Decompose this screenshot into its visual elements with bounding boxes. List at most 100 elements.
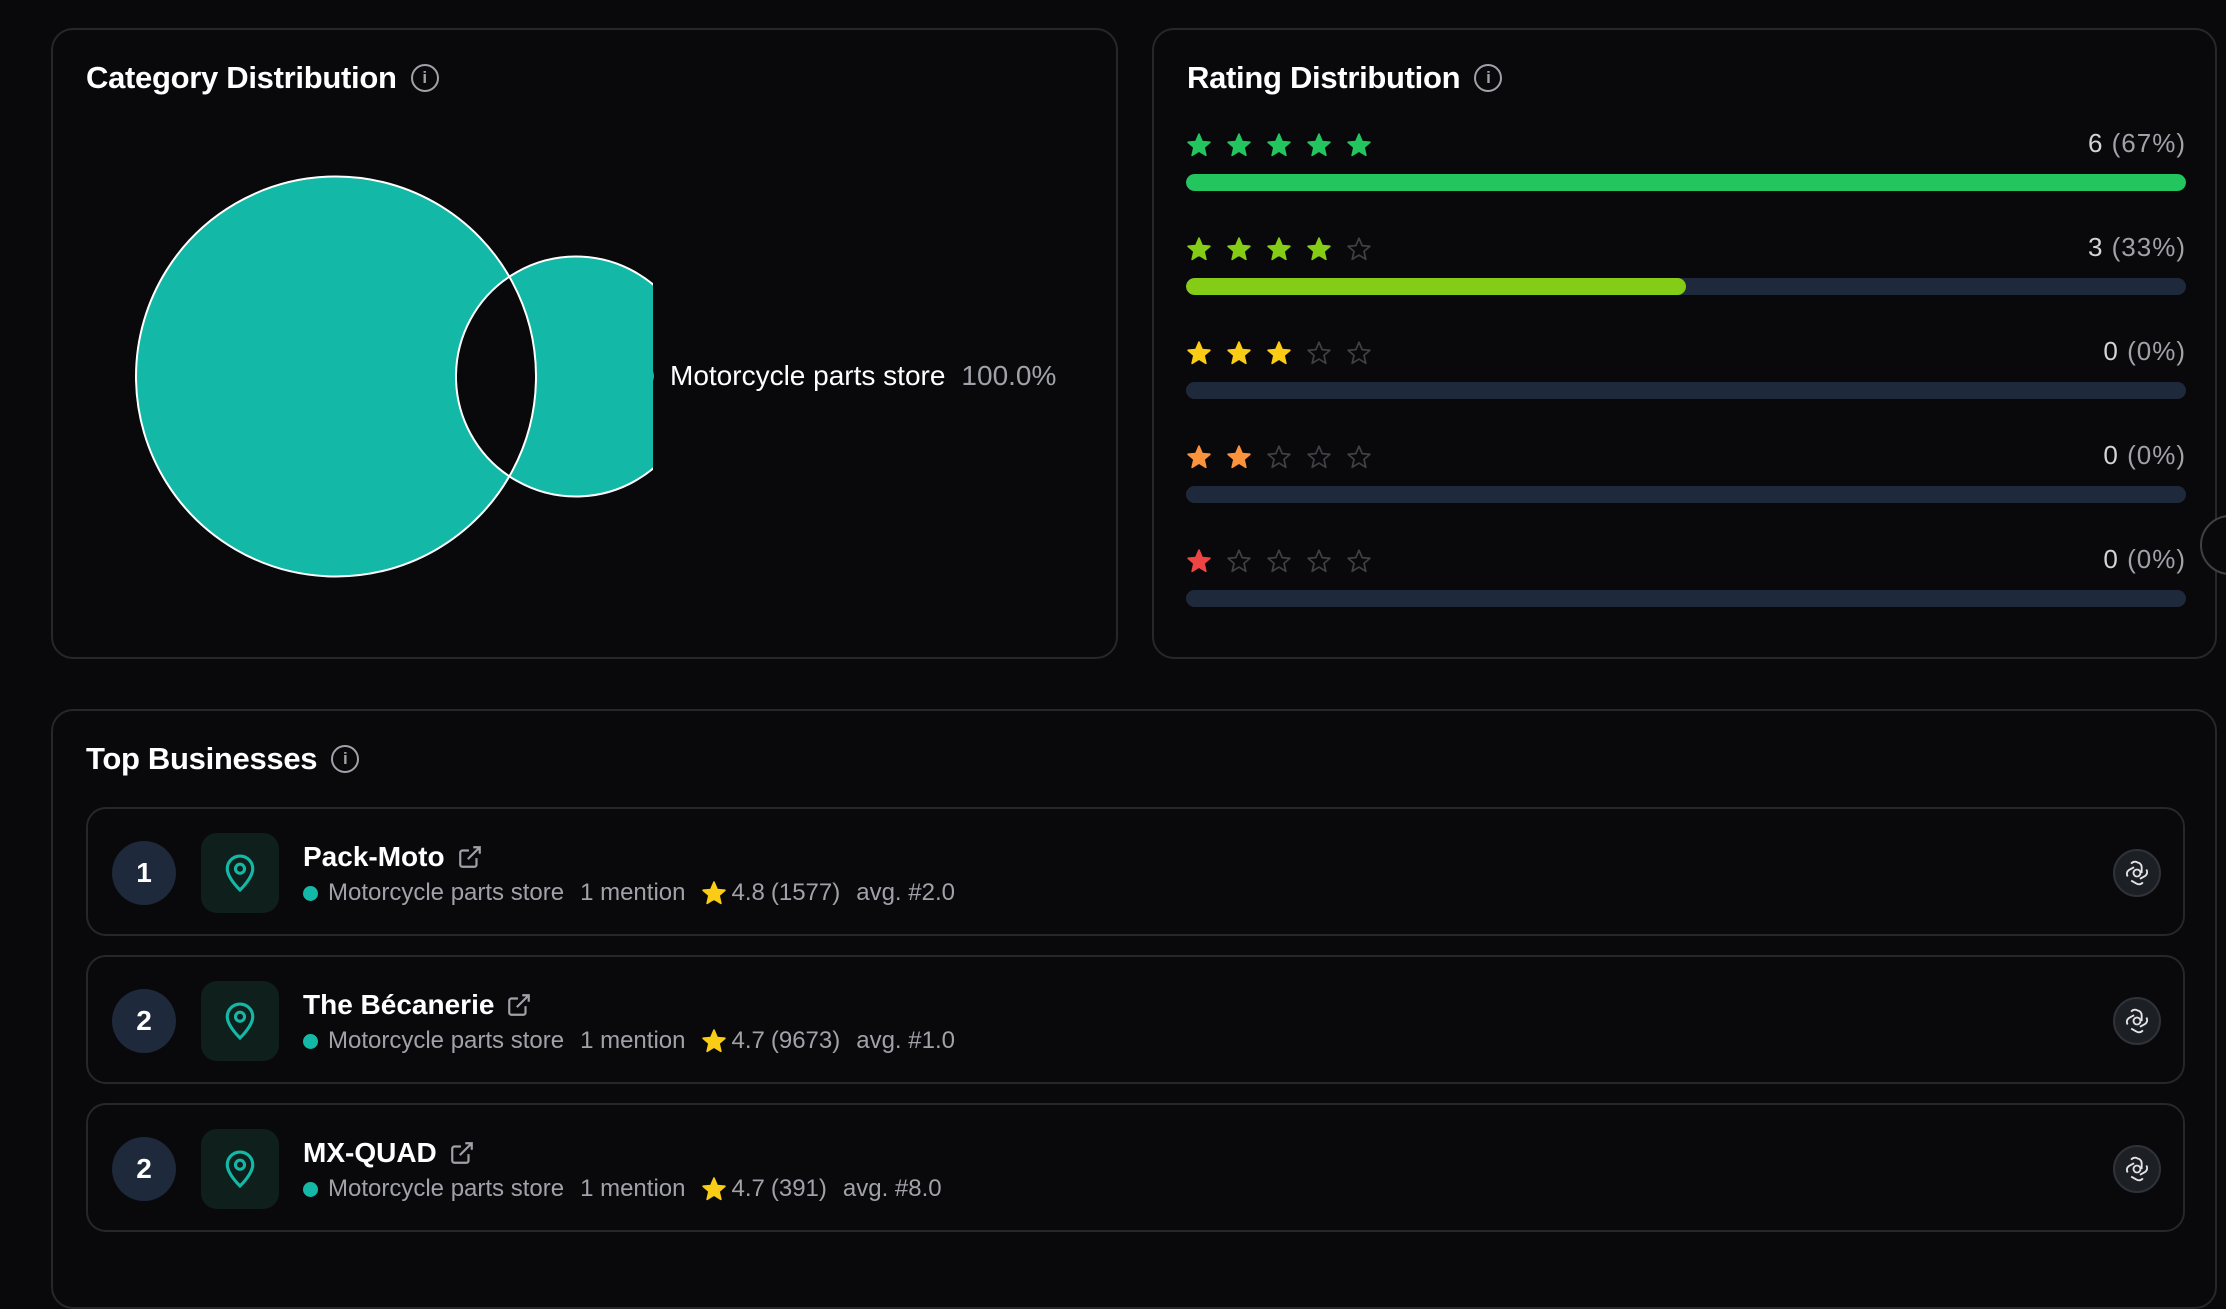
rating-bar <box>1186 174 2186 191</box>
rating-bar <box>1186 382 2186 399</box>
info-icon[interactable]: i <box>331 745 360 773</box>
star-icon <box>1227 237 1251 261</box>
star-icon <box>1187 237 1211 261</box>
business-row[interactable]: 2 MX-QUAD Motorcycle parts store 1 menti… <box>86 1103 2185 1232</box>
business-meta: Motorcycle parts store 1 mention 4.7 (39… <box>303 1175 942 1203</box>
external-link-icon[interactable] <box>506 992 532 1018</box>
business-row[interactable]: 2 The Bécanerie Motorcycle parts store 1… <box>86 955 2185 1084</box>
star-icon <box>702 1177 727 1201</box>
star-icon <box>1347 549 1371 573</box>
star-icon <box>1307 133 1331 157</box>
donut-slice-motorcycle-parts-store[interactable] <box>135 175 653 578</box>
business-meta: Motorcycle parts store 1 mention 4.8 (15… <box>303 879 955 907</box>
external-link-icon[interactable] <box>449 1140 475 1166</box>
star-icon <box>1227 445 1251 469</box>
mention-count: 1 mention <box>580 879 686 906</box>
stars <box>1186 340 2186 370</box>
business-name[interactable]: MX-QUAD <box>303 1137 437 1169</box>
donut-chart <box>135 175 653 578</box>
star-icon <box>1307 341 1331 365</box>
review-count: (9673) <box>770 1027 841 1054</box>
star-icon <box>1347 237 1371 261</box>
rating-count: 0 (0%) <box>2103 544 2186 574</box>
rating-count: 3 (33%) <box>2087 232 2186 262</box>
category-distribution-panel: Category Distribution i Motorcycle parts … <box>51 28 1118 659</box>
category-dot <box>303 1033 318 1049</box>
star-icon <box>1227 133 1251 157</box>
panel-title: Top Businesses <box>86 741 318 776</box>
business-rating: 4.8 <box>731 879 765 906</box>
business-rating: 4.7 <box>731 1027 765 1054</box>
business-row[interactable]: 1 Pack-Moto Motorcycle parts store 1 men… <box>86 807 2185 936</box>
stars <box>1186 132 2186 162</box>
category-dot <box>303 1181 318 1197</box>
rating-bar <box>1186 486 2186 503</box>
rating-row-3-star: 0 (0%) <box>1186 336 2186 399</box>
star-icon <box>1267 549 1291 573</box>
star-icon <box>1307 237 1331 261</box>
star-icon <box>1187 445 1211 469</box>
rating-count: 0 (0%) <box>2103 440 2186 470</box>
openai-icon[interactable] <box>2113 849 2161 897</box>
mention-count: 1 mention <box>580 1027 686 1054</box>
legend-percent: 100.0% <box>961 360 1057 391</box>
mention-count: 1 mention <box>580 1175 686 1202</box>
info-icon[interactable]: i <box>1474 64 1503 92</box>
business-category: Motorcycle parts store <box>328 1027 565 1054</box>
star-icon <box>1267 133 1291 157</box>
star-icon <box>1187 341 1211 365</box>
business-name[interactable]: Pack-Moto <box>303 841 445 873</box>
rating-bar-fill <box>1186 278 1686 295</box>
legend-dot <box>630 364 654 388</box>
star-icon <box>1267 237 1291 261</box>
star-icon <box>1347 133 1371 157</box>
rating-row-2-star: 0 (0%) <box>1186 440 2186 503</box>
map-pin-icon <box>201 1129 279 1209</box>
stars <box>1186 444 2186 474</box>
star-icon <box>1267 445 1291 469</box>
star-icon <box>1307 445 1331 469</box>
business-category: Motorcycle parts store <box>328 1175 565 1202</box>
rank-badge: 1 <box>112 841 176 905</box>
rating-count: 6 (67%) <box>2087 128 2186 158</box>
star-icon <box>1347 445 1371 469</box>
map-pin-icon <box>201 833 279 913</box>
rank-badge: 2 <box>112 989 176 1053</box>
rating-distribution-panel: Rating Distribution i 6 (67%) 3 (33%) 0 (… <box>1152 28 2217 659</box>
rating-row-4-star: 3 (33%) <box>1186 232 2186 295</box>
star-icon <box>1307 549 1331 573</box>
star-icon <box>1227 549 1251 573</box>
average-position: avg. #1.0 <box>856 1027 955 1054</box>
rating-bar <box>1186 590 2186 607</box>
openai-icon[interactable] <box>2113 1145 2161 1193</box>
business-rating: 4.7 <box>731 1175 765 1202</box>
star-icon <box>1267 341 1291 365</box>
category-dot <box>303 885 318 901</box>
openai-icon[interactable] <box>2113 997 2161 1045</box>
star-icon <box>1187 549 1211 573</box>
review-count: (1577) <box>770 879 841 906</box>
average-position: avg. #2.0 <box>856 879 955 906</box>
star-icon <box>702 1029 727 1053</box>
business-name[interactable]: The Bécanerie <box>303 989 494 1021</box>
rating-count: 0 (0%) <box>2103 336 2186 366</box>
average-position: avg. #8.0 <box>842 1175 942 1202</box>
stars <box>1186 236 2186 266</box>
rating-row-1-star: 0 (0%) <box>1186 544 2186 607</box>
map-pin-icon <box>201 981 279 1061</box>
rank-badge: 2 <box>112 1137 176 1201</box>
rating-row-5-star: 6 (67%) <box>1186 128 2186 191</box>
stars <box>1186 548 2186 578</box>
star-icon <box>1187 133 1211 157</box>
panel-title: Rating Distribution <box>1187 60 1461 95</box>
star-icon <box>1227 341 1251 365</box>
legend-label: Motorcycle parts store <box>670 360 946 391</box>
business-category: Motorcycle parts store <box>328 879 565 906</box>
rating-bar <box>1186 278 2186 295</box>
star-icon <box>1347 341 1371 365</box>
star-icon <box>702 881 727 905</box>
business-meta: Motorcycle parts store 1 mention 4.7 (96… <box>303 1027 955 1055</box>
rating-bar-fill <box>1186 174 2186 191</box>
external-link-icon[interactable] <box>457 844 483 870</box>
legend-item: Motorcycle parts store 100.0% <box>630 360 1056 392</box>
